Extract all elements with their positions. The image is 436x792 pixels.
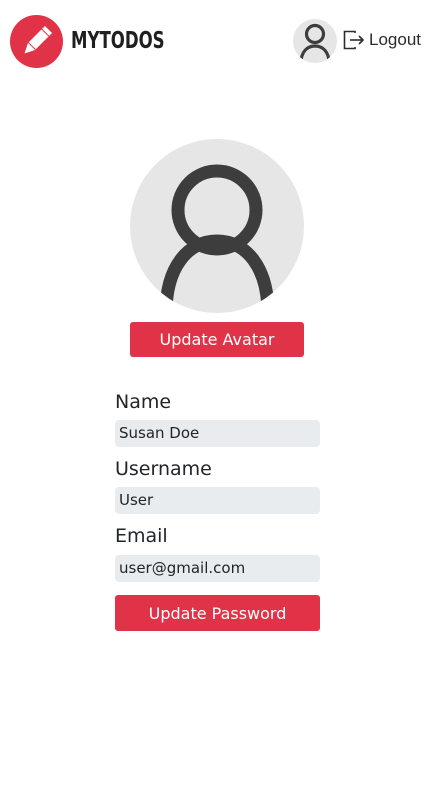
header: MYTODOS Logout [0, 0, 436, 84]
logout-label: Logout [369, 30, 421, 49]
email-value: user@gmail.com [115, 555, 320, 582]
name-value: Susan Doe [115, 420, 320, 447]
brand-title: MYTODOS [71, 28, 165, 54]
update-password-button[interactable]: Update Password [115, 595, 320, 631]
user-icon [159, 164, 275, 313]
update-avatar-button[interactable]: Update Avatar [130, 322, 304, 357]
email-label: Email [115, 525, 168, 547]
user-icon [299, 23, 331, 63]
logo[interactable] [10, 15, 63, 68]
profile-avatar [130, 139, 304, 313]
profile-page: MYTODOS Logout Update Avatar Name Susan … [0, 0, 436, 792]
name-label: Name [115, 391, 172, 413]
username-value: User [115, 487, 320, 514]
logout-link[interactable]: Logout [343, 30, 421, 50]
nav-avatar[interactable] [293, 19, 337, 63]
pencil-icon [24, 25, 53, 54]
username-label: Username [115, 458, 212, 480]
logout-icon [343, 30, 365, 50]
